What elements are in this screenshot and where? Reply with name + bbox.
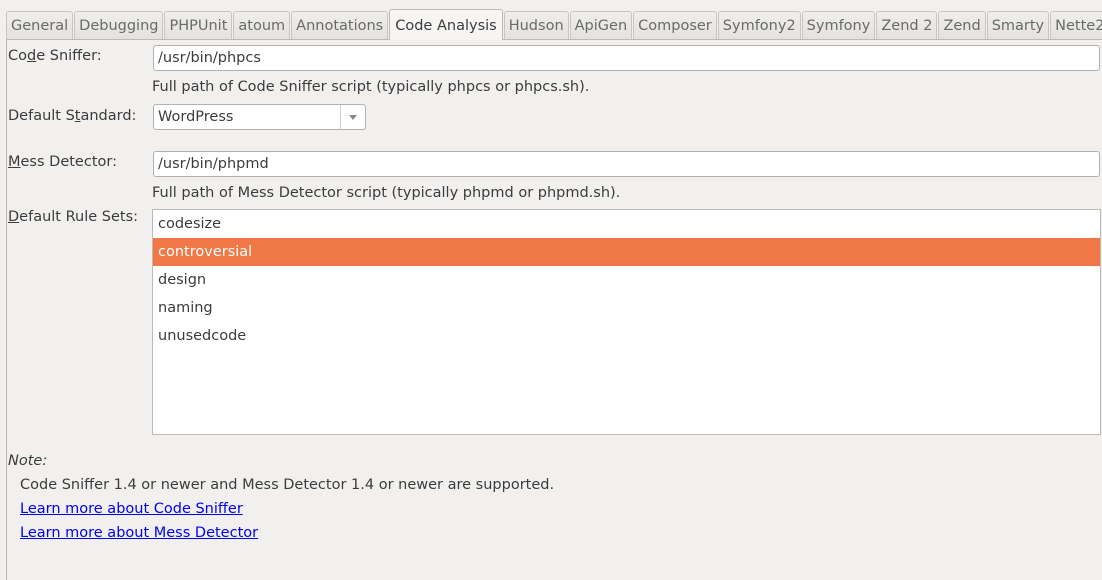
- rule-set-item[interactable]: naming: [153, 294, 1100, 322]
- rule-sets-list[interactable]: codesize controversial design naming unu…: [152, 209, 1101, 435]
- note-text: Code Sniffer 1.4 or newer and Mess Detec…: [20, 477, 555, 493]
- dropdown-button[interactable]: [340, 105, 365, 129]
- label-text: efault Rule Sets:: [19, 209, 139, 225]
- tab-general[interactable]: General: [6, 11, 74, 39]
- code-sniffer-path-input[interactable]: [153, 45, 1100, 71]
- label-text: andard:: [80, 108, 137, 124]
- tab-apigen[interactable]: ApiGen: [569, 11, 633, 39]
- learn-more-code-sniffer-link[interactable]: Learn more about Code Sniffer: [20, 501, 243, 517]
- label-text: ess Detector:: [20, 154, 117, 170]
- code-sniffer-label: Code Sniffer:: [8, 48, 102, 64]
- chevron-down-icon: [349, 114, 357, 120]
- label-mnemonic: M: [8, 154, 21, 170]
- tab-nette2[interactable]: Nette2: [1050, 11, 1102, 39]
- tab-code-analysis[interactable]: Code Analysis: [389, 9, 503, 40]
- note-label: Note:: [8, 453, 48, 469]
- label-text: e Sniffer:: [36, 48, 102, 64]
- tab-atoum[interactable]: atoum: [233, 11, 291, 39]
- tab-phpunit[interactable]: PHPUnit: [164, 11, 233, 39]
- default-standard-value: WordPress: [158, 109, 234, 125]
- mess-detector-path-input[interactable]: [153, 151, 1100, 177]
- tab-bar: General Debugging PHPUnit atoum Annotati…: [6, 9, 1102, 40]
- tab-debugging[interactable]: Debugging: [74, 11, 164, 39]
- rule-set-item[interactable]: unusedcode: [153, 322, 1100, 350]
- tab-symfony[interactable]: Symfony: [801, 11, 876, 39]
- label-mnemonic: D: [8, 209, 20, 225]
- tab-hudson[interactable]: Hudson: [503, 11, 569, 39]
- mess-detector-label: Mess Detector:: [8, 154, 117, 170]
- label-text: Default S: [8, 108, 75, 124]
- default-standard-label: Default Standard:: [8, 108, 136, 124]
- tab-symfony2[interactable]: Symfony2: [717, 11, 801, 39]
- rule-set-item-selected[interactable]: controversial: [153, 238, 1100, 266]
- label-mnemonic: d: [27, 48, 37, 64]
- tab-zend2[interactable]: Zend 2: [876, 11, 938, 39]
- code-sniffer-hint: Full path of Code Sniffer script (typica…: [152, 79, 590, 95]
- tab-zend[interactable]: Zend: [938, 11, 986, 39]
- tab-annotations[interactable]: Annotations: [291, 11, 389, 39]
- tab-smarty[interactable]: Smarty: [986, 11, 1050, 39]
- label-text: Co: [8, 48, 27, 64]
- rule-sets-label: Default Rule Sets:: [8, 209, 138, 225]
- mess-detector-hint: Full path of Mess Detector script (typic…: [152, 185, 621, 201]
- rule-set-item[interactable]: codesize: [153, 210, 1100, 238]
- default-standard-select[interactable]: WordPress: [153, 104, 366, 130]
- learn-more-mess-detector-link[interactable]: Learn more about Mess Detector: [20, 525, 258, 541]
- rule-set-item[interactable]: design: [153, 266, 1100, 294]
- tab-composer[interactable]: Composer: [633, 11, 717, 39]
